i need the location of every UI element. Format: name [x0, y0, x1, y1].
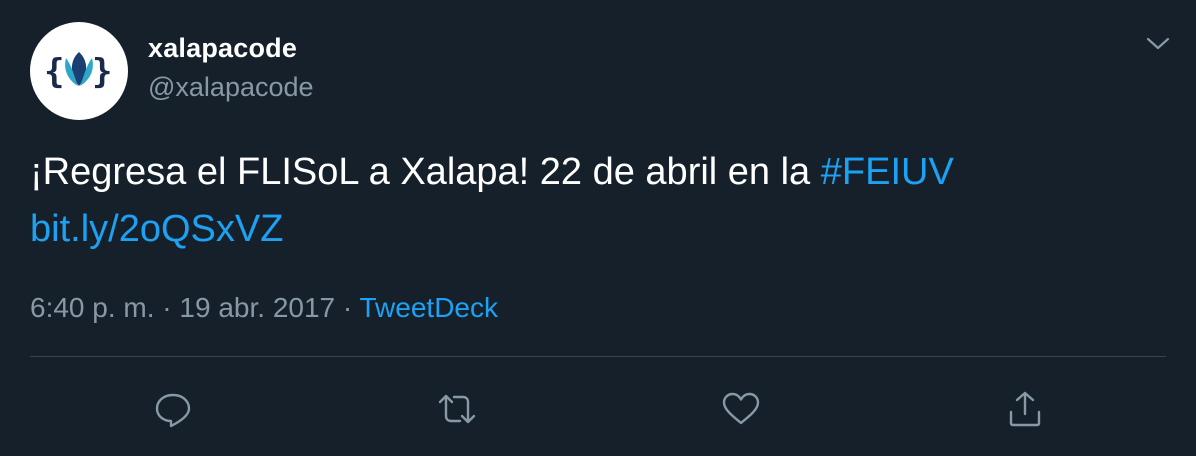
divider: [30, 356, 1166, 357]
hashtag-link[interactable]: #FEIUV: [821, 151, 954, 193]
svg-text:{: {: [44, 52, 64, 92]
meta-separator: ·: [335, 292, 360, 323]
handle: @xalapacode: [148, 72, 314, 102]
like-icon[interactable]: [720, 388, 762, 430]
url-link[interactable]: bit.ly/2oQSxVZ: [30, 208, 283, 250]
share-icon[interactable]: [1004, 388, 1046, 430]
meta-separator: ·: [154, 292, 180, 323]
display-name[interactable]: xalapacode: [148, 30, 314, 66]
chevron-down-icon[interactable]: [1144, 34, 1172, 54]
tweet-text-body: ¡Regresa el FLISoL a Xalapa! 22 de abril…: [30, 151, 821, 193]
tweet-time[interactable]: 6:40 p. m.: [30, 292, 155, 323]
reply-icon[interactable]: [152, 388, 194, 430]
tweet-meta: 6:40 p. m. · 19 abr. 2017 · TweetDeck: [30, 290, 498, 326]
tweet-text: ¡Regresa el FLISoL a Xalapa! 22 de abril…: [30, 144, 1160, 258]
tweet-source-link[interactable]: TweetDeck: [360, 292, 499, 323]
tweet-date[interactable]: 19 abr. 2017: [179, 292, 335, 323]
retweet-icon[interactable]: [436, 388, 478, 430]
svg-text:}: }: [92, 52, 112, 92]
tweet: { } xalapacode @xalapacode ¡Regresa el F…: [0, 0, 1196, 456]
avatar[interactable]: { }: [30, 22, 128, 120]
xalapacode-logo-icon: { }: [44, 52, 112, 92]
author: xalapacode @xalapacode: [148, 30, 314, 105]
